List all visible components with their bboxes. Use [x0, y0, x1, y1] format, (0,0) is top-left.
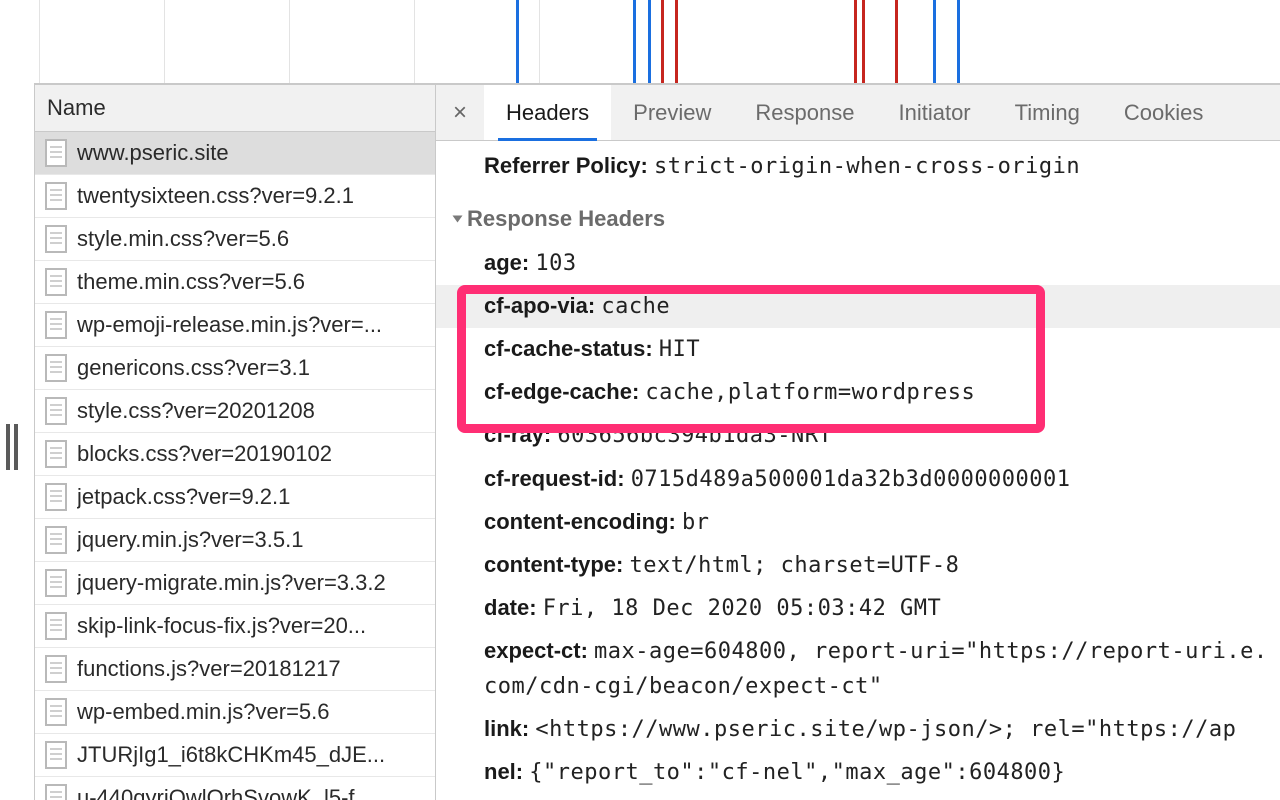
request-row[interactable]: style.css?ver=20201208: [35, 390, 435, 433]
request-row[interactable]: skip-link-focus-fix.js?ver=20...: [35, 605, 435, 648]
header-row: cf-apo-via: cache: [436, 285, 1280, 328]
file-icon: [45, 311, 67, 339]
response-headers-section[interactable]: Response Headers: [436, 188, 1280, 242]
file-icon: [45, 268, 67, 296]
header-row: content-encoding: br: [436, 501, 1280, 544]
request-row[interactable]: theme.min.css?ver=5.6: [35, 261, 435, 304]
request-name: twentysixteen.css?ver=9.2.1: [77, 183, 354, 209]
request-name: style.min.css?ver=5.6: [77, 226, 289, 252]
file-icon: [45, 354, 67, 382]
file-icon: [45, 741, 67, 769]
request-name: blocks.css?ver=20190102: [77, 441, 332, 467]
file-icon: [45, 784, 67, 800]
header-row: link: <https://www.pseric.site/wp-json/>…: [436, 708, 1280, 751]
tab-response[interactable]: Response: [733, 85, 876, 140]
headers-content: Referrer Policy: strict-origin-when-cros…: [436, 141, 1280, 800]
detail-panel: × HeadersPreviewResponseInitiatorTimingC…: [436, 84, 1280, 800]
request-list[interactable]: www.pseric.site twentysixteen.css?ver=9.2…: [35, 132, 435, 800]
request-row[interactable]: wp-emoji-release.min.js?ver=...: [35, 304, 435, 347]
request-name: u-440qyriQwlOrhSvowK_l5-f...: [77, 785, 373, 800]
request-row[interactable]: u-440qyriQwlOrhSvowK_l5-f...: [35, 777, 435, 800]
waterfall-timeline: [34, 0, 1280, 84]
request-row[interactable]: JTURjIg1_i6t8kCHKm45_dJE...: [35, 734, 435, 777]
header-row: cf-edge-cache: cache,platform=wordpress: [436, 371, 1280, 414]
left-gutter: [0, 84, 34, 800]
header-row: content-type: text/html; charset=UTF-8: [436, 544, 1280, 587]
request-name: functions.js?ver=20181217: [77, 656, 341, 682]
chevron-down-icon: [453, 216, 463, 223]
request-name: jquery-migrate.min.js?ver=3.3.2: [77, 570, 386, 596]
file-icon: [45, 698, 67, 726]
request-row[interactable]: style.min.css?ver=5.6: [35, 218, 435, 261]
request-name: jquery.min.js?ver=3.5.1: [77, 527, 303, 553]
file-icon: [45, 397, 67, 425]
file-icon: [45, 612, 67, 640]
header-row: age: 103: [436, 242, 1280, 285]
header-row: date: Fri, 18 Dec 2020 05:03:42 GMT: [436, 587, 1280, 630]
request-row[interactable]: jquery-migrate.min.js?ver=3.3.2: [35, 562, 435, 605]
header-row: Referrer Policy: strict-origin-when-cros…: [436, 145, 1280, 188]
file-icon: [45, 655, 67, 683]
file-icon: [45, 483, 67, 511]
file-icon: [45, 526, 67, 554]
request-name: theme.min.css?ver=5.6: [77, 269, 305, 295]
file-icon: [45, 569, 67, 597]
request-row[interactable]: jetpack.css?ver=9.2.1: [35, 476, 435, 519]
request-name: genericons.css?ver=3.1: [77, 355, 310, 381]
request-row[interactable]: blocks.css?ver=20190102: [35, 433, 435, 476]
tab-cookies[interactable]: Cookies: [1102, 85, 1225, 140]
header-row: cf-cache-status: HIT: [436, 328, 1280, 371]
close-icon[interactable]: ×: [436, 85, 484, 140]
file-icon: [45, 225, 67, 253]
file-icon: [45, 182, 67, 210]
request-row[interactable]: www.pseric.site: [35, 132, 435, 175]
request-list-header: Name: [35, 85, 435, 132]
tab-initiator[interactable]: Initiator: [876, 85, 992, 140]
request-name: wp-embed.min.js?ver=5.6: [77, 699, 330, 725]
file-icon: [45, 139, 67, 167]
tab-preview[interactable]: Preview: [611, 85, 733, 140]
request-row[interactable]: wp-embed.min.js?ver=5.6: [35, 691, 435, 734]
request-name: skip-link-focus-fix.js?ver=20...: [77, 613, 366, 639]
request-row[interactable]: functions.js?ver=20181217: [35, 648, 435, 691]
request-name: www.pseric.site: [77, 140, 229, 166]
request-row[interactable]: twentysixteen.css?ver=9.2.1: [35, 175, 435, 218]
request-name: JTURjIg1_i6t8kCHKm45_dJE...: [77, 742, 385, 768]
request-name: style.css?ver=20201208: [77, 398, 315, 424]
request-list-panel: Name www.pseric.site twentysixteen.css?ve…: [34, 84, 436, 800]
request-row[interactable]: genericons.css?ver=3.1: [35, 347, 435, 390]
tab-timing[interactable]: Timing: [993, 85, 1102, 140]
tab-headers[interactable]: Headers: [484, 85, 611, 140]
request-row[interactable]: jquery.min.js?ver=3.5.1: [35, 519, 435, 562]
file-icon: [45, 440, 67, 468]
header-row: expect-ct: max-age=604800, report-uri="h…: [436, 630, 1280, 708]
request-name: wp-emoji-release.min.js?ver=...: [77, 312, 382, 338]
drag-handle-icon[interactable]: [6, 424, 20, 470]
header-row: cf-ray: 603656bc394b1da3-NRT: [436, 414, 1280, 457]
request-name: jetpack.css?ver=9.2.1: [77, 484, 290, 510]
detail-tab-bar: × HeadersPreviewResponseInitiatorTimingC…: [436, 85, 1280, 141]
header-row: nel: {"report_to":"cf-nel","max_age":604…: [436, 751, 1280, 794]
header-row: cf-request-id: 0715d489a500001da32b3d000…: [436, 458, 1280, 501]
